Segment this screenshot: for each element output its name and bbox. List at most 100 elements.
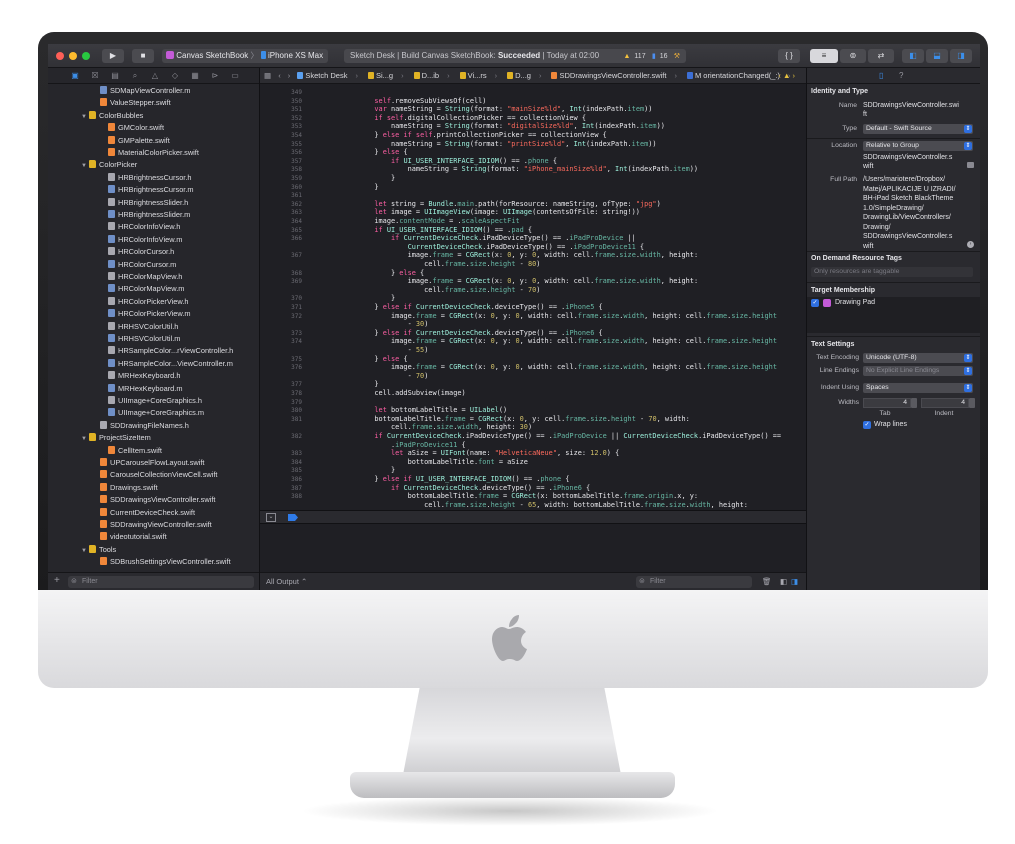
file-item[interactable]: HRColorInfoView.m bbox=[48, 234, 259, 246]
assistant-editor-button[interactable]: ⊚ bbox=[840, 49, 866, 63]
file-item[interactable]: GMPalette.swift bbox=[48, 135, 259, 147]
file-item[interactable]: UPCarouselFlowLayout.swift bbox=[48, 457, 259, 469]
file-item[interactable]: SDDrawingFileNames.h bbox=[48, 420, 259, 432]
console-area[interactable] bbox=[260, 524, 806, 572]
jump-bar-item[interactable]: Si...g › bbox=[367, 71, 409, 80]
group-item[interactable]: ▼ ProjectSizeItem bbox=[48, 432, 259, 444]
file-item[interactable]: HRColorCursor.h bbox=[48, 246, 259, 258]
file-item[interactable]: Drawings.swift bbox=[48, 482, 259, 494]
tab-width-field[interactable]: 4 bbox=[863, 398, 911, 408]
hide-debug-icon[interactable]: ⌄ bbox=[266, 513, 276, 522]
file-item[interactable]: SDDrawingViewController.swift bbox=[48, 519, 259, 531]
name-value-line1[interactable]: SDDrawingsViewController.swi bbox=[863, 101, 959, 111]
file-item[interactable]: HRHSVColorUtil.h bbox=[48, 321, 259, 333]
search-icon[interactable]: ⌕ bbox=[130, 71, 140, 81]
group-item[interactable]: ▼ ColorBubbles bbox=[48, 110, 259, 122]
file-item[interactable]: HRColorMapView.m bbox=[48, 283, 259, 295]
jump-warning-icon[interactable]: ‹ ▲ › bbox=[778, 68, 795, 83]
indent-width-field[interactable]: 4 bbox=[921, 398, 969, 408]
stop-button[interactable]: ■ bbox=[132, 49, 154, 63]
warning-count[interactable]: 117 bbox=[634, 50, 645, 63]
jump-bar-item[interactable]: Vi...rs › bbox=[459, 71, 503, 80]
file-item[interactable]: SDMapViewController.m bbox=[48, 85, 259, 97]
indent-popup[interactable]: Spaces ⇕ bbox=[863, 383, 973, 393]
folder-icon[interactable]: ▣ bbox=[70, 71, 80, 81]
odr-tags-field[interactable]: Only resources are taggable bbox=[811, 267, 973, 277]
file-item[interactable]: HRBrightnessCursor.m bbox=[48, 184, 259, 196]
forward-icon[interactable]: › bbox=[288, 71, 291, 80]
zoom-window-button[interactable] bbox=[82, 52, 90, 60]
file-item[interactable]: MaterialColorPicker.swift bbox=[48, 147, 259, 159]
jump-bar-item[interactable]: Sketch Desk › bbox=[297, 71, 363, 80]
toggle-inspector-button[interactable]: ◨ bbox=[950, 49, 972, 63]
file-item[interactable]: HRColorCursor.m bbox=[48, 259, 259, 271]
tab-width-stepper[interactable] bbox=[911, 398, 917, 408]
file-item[interactable]: SDBrushSettingsViewController.swift bbox=[48, 556, 259, 568]
toggle-navigator-button[interactable]: ◧ bbox=[902, 49, 924, 63]
jump-bar-item[interactable]: D...ib › bbox=[413, 71, 455, 80]
indent-width-stepper[interactable] bbox=[969, 398, 975, 408]
type-popup[interactable]: Default - Swift Source ⇕ bbox=[863, 124, 973, 134]
jump-bar-item[interactable]: D...g › bbox=[507, 71, 546, 80]
group-item[interactable]: ▼ ColorPicker bbox=[48, 159, 259, 171]
report-icon[interactable]: ▭ bbox=[230, 71, 240, 81]
file-item[interactable]: CurrentDeviceCheck.swift bbox=[48, 507, 259, 519]
console-filter-input[interactable]: ⊜ Filter bbox=[636, 576, 752, 588]
file-item[interactable]: videotutorial.swift bbox=[48, 531, 259, 543]
file-item[interactable]: HRColorMapView.h bbox=[48, 271, 259, 283]
file-item[interactable]: ValueStepper.swift bbox=[48, 97, 259, 109]
trash-icon[interactable]: 🗑 bbox=[762, 573, 772, 590]
file-item[interactable]: HRSampleColor...rViewController.h bbox=[48, 345, 259, 357]
navigator-filter-input[interactable]: ⊜ Filter bbox=[68, 576, 254, 588]
file-item[interactable]: HRHSVColorUtil.m bbox=[48, 333, 259, 345]
split-left-icon[interactable]: ◧ bbox=[780, 573, 787, 590]
add-icon[interactable]: + bbox=[54, 576, 60, 586]
jump-bar-item[interactable]: SDDrawingsViewController.swift › bbox=[551, 71, 681, 80]
file-item[interactable]: CellItem.swift bbox=[48, 445, 259, 457]
breakpoints-toggle-icon[interactable] bbox=[288, 514, 298, 521]
debug-icon[interactable]: ▦ bbox=[190, 71, 200, 81]
file-item[interactable]: HRBrightnessSlider.m bbox=[48, 209, 259, 221]
toggle-debug-button[interactable]: ⬓ bbox=[926, 49, 948, 63]
name-value-line2[interactable]: ft bbox=[863, 110, 867, 120]
issue-count[interactable]: 16 bbox=[660, 50, 668, 63]
output-selector[interactable]: All Output ⌃ bbox=[266, 573, 307, 590]
source-control-icon[interactable]: ☒ bbox=[90, 71, 100, 81]
file-item[interactable]: MRHexKeyboard.m bbox=[48, 383, 259, 395]
reveal-arrow-icon[interactable]: › bbox=[967, 241, 974, 248]
breakpoint-icon[interactable]: ⊳ bbox=[210, 71, 220, 81]
version-editor-button[interactable]: ⇄ bbox=[868, 49, 894, 63]
file-inspector-icon[interactable]: ▯ bbox=[879, 71, 883, 80]
file-item[interactable]: GMColor.swift bbox=[48, 122, 259, 134]
folder-reveal-icon[interactable] bbox=[967, 162, 974, 168]
scheme-selector[interactable]: Canvas SketchBook 〉 iPhone XS Max bbox=[162, 49, 328, 63]
file-item[interactable]: HRColorPickerView.h bbox=[48, 296, 259, 308]
back-icon[interactable]: ‹ bbox=[278, 71, 281, 80]
standard-editor-button[interactable]: ≡ bbox=[810, 49, 838, 63]
target-checkbox[interactable]: ✓ bbox=[811, 299, 819, 307]
disclosure-triangle-icon[interactable]: ▼ bbox=[81, 111, 89, 122]
encoding-popup[interactable]: Unicode (UTF-8) ⇕ bbox=[863, 353, 973, 363]
file-item[interactable]: HRBrightnessSlider.h bbox=[48, 197, 259, 209]
disclosure-triangle-icon[interactable]: ▼ bbox=[81, 545, 89, 556]
help-icon[interactable]: ? bbox=[899, 71, 903, 80]
file-item[interactable]: HRColorPickerView.m bbox=[48, 308, 259, 320]
file-item[interactable]: HRSampleColor...ViewController.m bbox=[48, 358, 259, 370]
disclosure-triangle-icon[interactable]: ▼ bbox=[81, 433, 89, 444]
disclosure-triangle-icon[interactable]: ▼ bbox=[81, 160, 89, 171]
file-item[interactable]: UIImage+CoreGraphics.m bbox=[48, 407, 259, 419]
run-button[interactable]: ▶ bbox=[102, 49, 124, 63]
file-item[interactable]: MRHexKeyboard.h bbox=[48, 370, 259, 382]
file-item[interactable]: HRBrightnessCursor.h bbox=[48, 172, 259, 184]
file-item[interactable]: UIImage+CoreGraphics.h bbox=[48, 395, 259, 407]
symbol-icon[interactable]: ▤ bbox=[110, 71, 120, 81]
minimize-window-button[interactable] bbox=[69, 52, 77, 60]
library-button[interactable]: { } bbox=[778, 49, 800, 63]
source-editor[interactable]: 349 350 351 352 353 354 355 356 357 358 359 360 361 3… bbox=[260, 84, 806, 510]
wrap-lines-checkbox[interactable]: ✓ bbox=[863, 421, 871, 429]
file-item[interactable]: SDDrawingsViewController.swift bbox=[48, 494, 259, 506]
file-item[interactable]: CarouselCollectionViewCell.swift bbox=[48, 469, 259, 481]
split-right-icon[interactable]: ◨ bbox=[791, 573, 798, 590]
related-items-icon[interactable]: ▦ bbox=[264, 71, 271, 80]
issue-navigator-icon[interactable]: △ bbox=[150, 71, 160, 81]
